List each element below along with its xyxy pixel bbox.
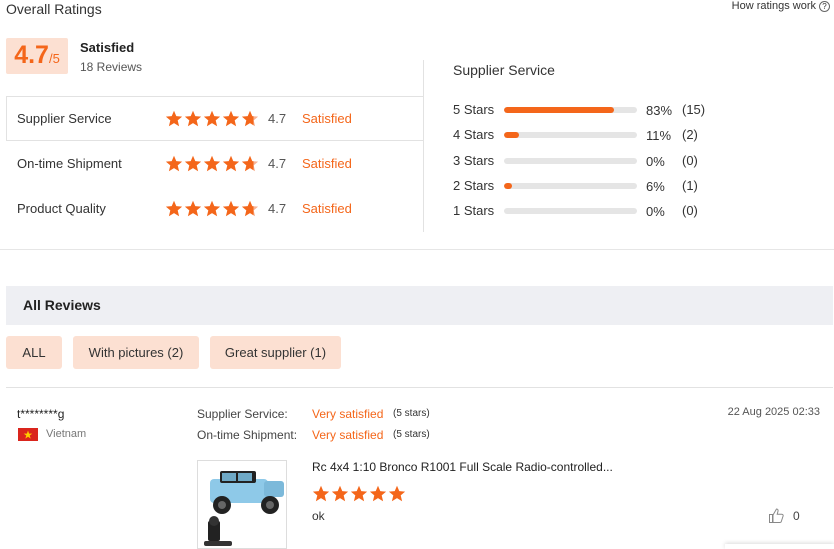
category-rating-label: Satisfied bbox=[302, 111, 352, 126]
floating-panel-edge bbox=[725, 544, 834, 549]
star-level-label: 3 Stars bbox=[453, 152, 495, 168]
category-label: Supplier Service bbox=[17, 111, 112, 126]
star-level-label: 1 Stars bbox=[453, 203, 495, 219]
distribution-bar-fill bbox=[504, 182, 512, 189]
category-stars bbox=[165, 200, 259, 217]
star-icon bbox=[388, 485, 406, 502]
review-product-stars bbox=[312, 485, 406, 502]
review-supplier-service-stars: (5 stars) bbox=[393, 408, 430, 419]
review-supplier-service-label: Supplier Service: bbox=[197, 407, 288, 421]
star-icon bbox=[350, 485, 368, 502]
distribution-count: (0) bbox=[682, 203, 698, 219]
star-icon bbox=[184, 200, 202, 217]
review-supplier-service-value: Very satisfied bbox=[312, 407, 384, 421]
star-icon bbox=[241, 155, 259, 172]
filter-all-button[interactable]: ALL bbox=[6, 336, 62, 369]
filter-with-pictures-label: With pictures (2) bbox=[88, 345, 184, 360]
category-label: On-time Shipment bbox=[17, 156, 122, 171]
star-icon bbox=[184, 155, 202, 172]
distribution-count: (15) bbox=[682, 102, 706, 117]
category-stars bbox=[165, 110, 259, 127]
distribution-percent: 83% bbox=[646, 103, 673, 118]
like-count: 0 bbox=[793, 508, 800, 523]
review-comment: ok bbox=[312, 509, 325, 523]
star-icon bbox=[203, 110, 221, 127]
filter-all-label: ALL bbox=[22, 345, 46, 360]
review-date: 22 Aug 2025 02:33 bbox=[727, 406, 820, 418]
star-icon bbox=[222, 155, 240, 172]
distribution-percent: 0% bbox=[646, 153, 665, 169]
review-list-divider bbox=[6, 387, 833, 388]
star-icon bbox=[165, 200, 183, 217]
question-circle-icon: ? bbox=[819, 0, 830, 12]
category-table-top-line bbox=[6, 96, 424, 97]
distribution-bar bbox=[504, 208, 637, 215]
overall-ratings-title: Overall Ratings bbox=[6, 1, 102, 17]
category-table-mid-line bbox=[6, 140, 424, 141]
how-ratings-work-link[interactable]: How ratings work ? bbox=[732, 0, 830, 12]
distribution-percent: 0% bbox=[646, 204, 665, 220]
category-score: 4.7 bbox=[268, 201, 287, 216]
column-divider bbox=[423, 60, 424, 232]
distribution-title: Supplier Service bbox=[453, 62, 555, 78]
thumbs-up-icon bbox=[768, 507, 785, 524]
overall-score-box: 4.7 /5 bbox=[6, 38, 68, 74]
star-icon bbox=[203, 200, 221, 217]
distribution-bar bbox=[504, 182, 637, 189]
star-level-label: 2 Stars bbox=[453, 177, 495, 193]
product-image[interactable] bbox=[197, 460, 287, 549]
overall-score: 4.7 bbox=[14, 41, 49, 69]
category-table-left-line bbox=[6, 96, 7, 140]
all-reviews-header: All Reviews bbox=[6, 286, 833, 325]
distribution-percent: 11% bbox=[646, 128, 672, 144]
like-button[interactable]: 0 bbox=[768, 507, 800, 524]
distribution-count: (0) bbox=[682, 152, 698, 168]
filter-with-pictures-button[interactable]: With pictures (2) bbox=[73, 336, 199, 369]
star-icon bbox=[184, 110, 202, 127]
distribution-bar-fill bbox=[504, 107, 615, 113]
star-icon bbox=[369, 485, 387, 502]
distribution-bar bbox=[504, 132, 637, 139]
distribution-count: (2) bbox=[682, 127, 698, 143]
overall-rating-label: Satisfied bbox=[80, 40, 135, 55]
filter-great-supplier-button[interactable]: Great supplier (1) bbox=[210, 336, 341, 369]
category-score: 4.7 bbox=[268, 111, 287, 126]
star-icon bbox=[203, 155, 221, 172]
review-shipment-value: Very satisfied bbox=[312, 428, 384, 442]
review-count: 18 Reviews bbox=[80, 60, 143, 74]
star-icon bbox=[222, 200, 240, 217]
vietnam-flag-icon bbox=[18, 428, 38, 441]
star-icon bbox=[312, 485, 330, 502]
distribution-bar-fill bbox=[504, 132, 519, 139]
reviewer-name: t********g bbox=[17, 407, 65, 421]
star-icon bbox=[165, 110, 183, 127]
all-reviews-title: All Reviews bbox=[23, 297, 101, 313]
category-score: 4.7 bbox=[268, 156, 287, 171]
review-shipment-label: On-time Shipment: bbox=[197, 428, 298, 442]
rc-truck-picture bbox=[204, 471, 284, 546]
section-divider bbox=[0, 249, 834, 250]
distribution-bar bbox=[504, 157, 637, 164]
star-level-label: 5 Stars bbox=[453, 102, 495, 117]
distribution-bar bbox=[504, 107, 637, 113]
star-icon bbox=[241, 200, 259, 217]
distribution-percent: 6% bbox=[646, 178, 665, 194]
reviewer-country: Vietnam bbox=[46, 428, 87, 440]
star-icon bbox=[241, 110, 259, 127]
star-level-label: 4 Stars bbox=[453, 127, 495, 143]
overall-score-max: /5 bbox=[48, 51, 60, 66]
distribution-count: (1) bbox=[682, 177, 698, 193]
how-ratings-work-label: How ratings work bbox=[731, 0, 816, 12]
star-icon bbox=[222, 110, 240, 127]
category-stars bbox=[165, 155, 259, 172]
category-rating-label: Satisfied bbox=[302, 156, 352, 171]
star-icon bbox=[165, 155, 183, 172]
review-shipment-stars: (5 stars) bbox=[393, 429, 430, 440]
star-icon bbox=[331, 485, 349, 502]
review-product-title[interactable]: Rc 4x4 1:10 Bronco R1001 Full Scale Radi… bbox=[312, 460, 613, 474]
filter-great-supplier-label: Great supplier (1) bbox=[224, 345, 327, 360]
category-rating-label: Satisfied bbox=[302, 201, 352, 216]
category-label: Product Quality bbox=[17, 201, 106, 216]
